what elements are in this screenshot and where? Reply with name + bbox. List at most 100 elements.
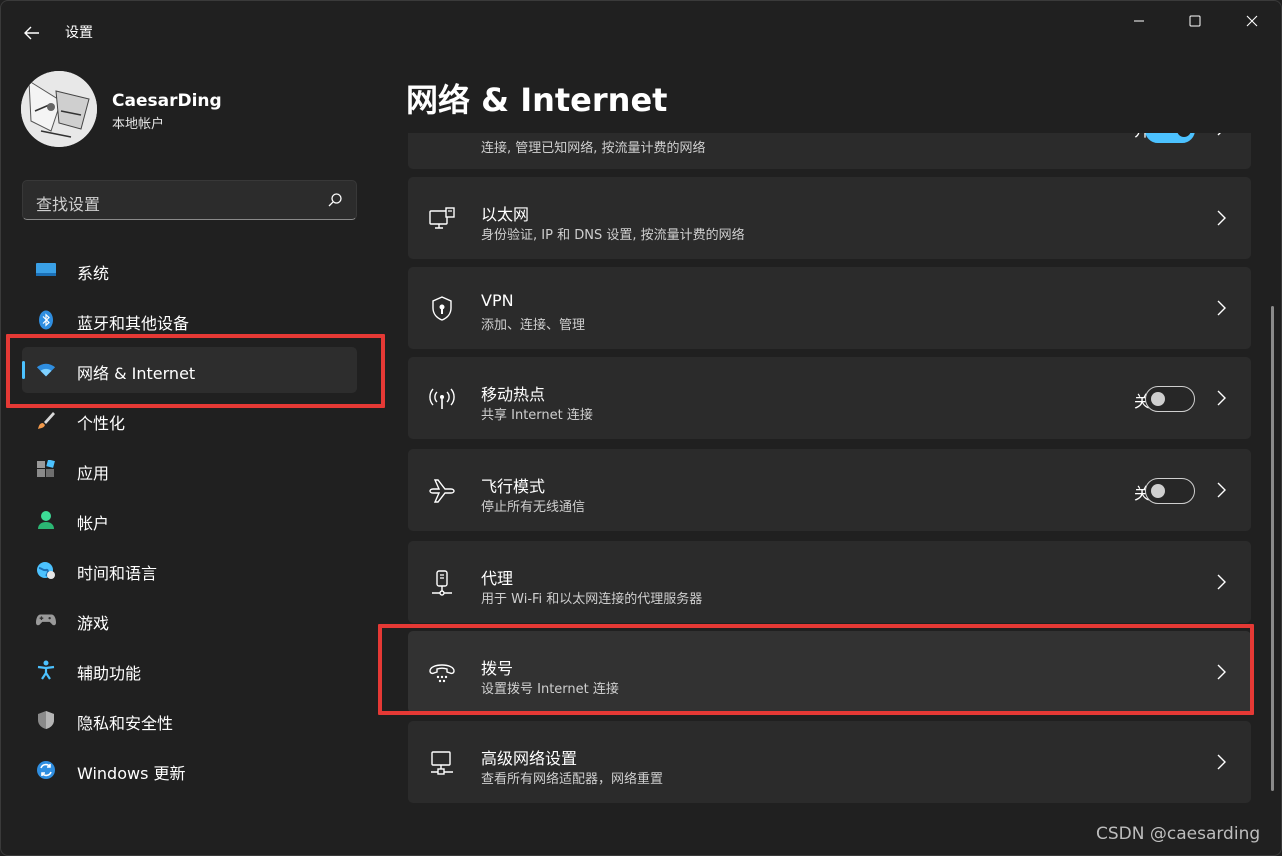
card-subtitle: 身份验证, IP 和 DNS 设置, 按流量计费的网络	[481, 228, 745, 243]
card-subtitle: 连接, 管理已知网络, 按流量计费的网络	[481, 141, 706, 156]
chevron-right-icon	[1217, 300, 1226, 316]
sidebar-item-label: Windows 更新	[77, 764, 186, 783]
mobile-hotspot-toggle[interactable]	[1145, 386, 1195, 412]
search-placeholder: 查找设置	[36, 195, 101, 214]
globe-clock-icon	[36, 560, 56, 580]
chevron-right-icon	[1217, 664, 1226, 680]
toggle-knob	[1177, 133, 1191, 137]
sidebar-item-label: 网络 & Internet	[77, 364, 196, 383]
toggle-knob	[1151, 484, 1165, 498]
chevron-right-icon	[1217, 574, 1226, 590]
chevron-right-icon	[1217, 210, 1226, 226]
shield-icon	[36, 710, 56, 730]
sidebar-item-label: 隐私和安全性	[77, 714, 174, 733]
card-subtitle: 停止所有无线通信	[481, 500, 586, 515]
sidebar-item-gaming[interactable]: 游戏	[22, 597, 357, 643]
maximize-button[interactable]	[1172, 7, 1218, 35]
minimize-button[interactable]	[1116, 7, 1162, 35]
sidebar-item-label: 系统	[77, 264, 110, 283]
sidebar-item-label: 游戏	[77, 614, 110, 633]
sidebar-item-label: 辅助功能	[77, 664, 142, 683]
proxy-card[interactable]: 代理 用于 Wi-Fi 和以太网连接的代理服务器	[408, 541, 1251, 623]
watermark: CSDN @caesarding	[1096, 824, 1261, 844]
sidebar-item-label: 时间和语言	[77, 564, 158, 583]
user-profile[interactable]: CaesarDing 本地帐户	[21, 71, 361, 151]
scrollbar[interactable]	[1271, 306, 1274, 791]
account-type: 本地帐户	[112, 117, 165, 132]
search-icon[interactable]	[327, 192, 343, 208]
sidebar-item-network[interactable]: 网络 & Internet	[22, 347, 357, 393]
card-title: 移动热点	[481, 385, 546, 404]
chevron-right-icon	[1217, 482, 1226, 498]
hotspot-icon	[428, 385, 456, 413]
avatar	[21, 71, 97, 147]
card-subtitle: 设置拨号 Internet 连接	[481, 682, 619, 697]
user-name: CaesarDing	[112, 91, 222, 111]
sidebar-item-label: 蓝牙和其他设备	[77, 314, 190, 333]
sidebar-item-privacy[interactable]: 隐私和安全性	[22, 697, 357, 743]
accessibility-icon	[36, 660, 56, 680]
maximize-icon	[1189, 15, 1201, 27]
close-button[interactable]	[1229, 7, 1275, 35]
proxy-icon	[428, 569, 456, 597]
sidebar-item-label: 帐户	[77, 514, 110, 533]
sidebar-item-accounts[interactable]: 帐户	[22, 497, 357, 543]
sidebar-nav: 系统 蓝牙和其他设备 网络 & Internet 个性化 应用 帐户 时间和语言	[22, 247, 357, 797]
wifi-card-icon	[428, 133, 456, 137]
settings-window: 设置 CaesarDing 本地帐户 查找设置 系统 蓝牙和其他设备 网络 & …	[0, 0, 1282, 856]
active-indicator	[22, 361, 25, 379]
ethernet-card[interactable]: 以太网 身份验证, IP 和 DNS 设置, 按流量计费的网络	[408, 177, 1251, 259]
wifi-icon	[36, 360, 56, 380]
page-title: 网络 & Internet	[406, 81, 668, 119]
card-title: 拨号	[481, 659, 514, 678]
brush-icon	[36, 410, 56, 430]
wifi-toggle[interactable]	[1145, 133, 1195, 143]
sidebar-item-bluetooth[interactable]: 蓝牙和其他设备	[22, 297, 357, 343]
card-title: VPN	[481, 291, 514, 310]
apps-icon	[36, 460, 56, 480]
vpn-card[interactable]: VPN 添加、连接、管理	[408, 267, 1251, 349]
sidebar-item-label: 应用	[77, 464, 110, 483]
chevron-right-icon	[1217, 754, 1226, 770]
search-input[interactable]: 查找设置	[22, 180, 357, 220]
update-icon	[36, 760, 56, 780]
card-subtitle: 查看所有网络适配器，网络重置	[481, 772, 664, 787]
chevron-right-icon	[1217, 133, 1221, 136]
vpn-shield-icon	[428, 295, 456, 323]
bluetooth-icon	[36, 310, 56, 330]
airplane-icon	[428, 477, 456, 505]
sidebar-item-apps[interactable]: 应用	[22, 447, 357, 493]
wifi-card[interactable]: 连接, 管理已知网络, 按流量计费的网络 开	[408, 133, 1251, 169]
sidebar-item-time-language[interactable]: 时间和语言	[22, 547, 357, 593]
minimize-icon	[1134, 20, 1144, 22]
sidebar-item-windows-update[interactable]: Windows 更新	[22, 747, 357, 793]
avatar-image	[21, 71, 97, 147]
airplane-mode-card[interactable]: 飞行模式 停止所有无线通信 关	[408, 449, 1251, 531]
settings-list: 连接, 管理已知网络, 按流量计费的网络 开 以太网 身份验证, IP 和 DN…	[408, 133, 1251, 855]
airplane-mode-toggle[interactable]	[1145, 478, 1195, 504]
chevron-right-icon	[1217, 390, 1226, 406]
ethernet-icon	[428, 205, 456, 233]
title-bar: 设置	[1, 1, 1281, 63]
card-title: 飞行模式	[481, 477, 546, 496]
mobile-hotspot-card[interactable]: 移动热点 共享 Internet 连接 关	[408, 357, 1251, 439]
card-title: 以太网	[481, 205, 530, 224]
system-icon	[36, 260, 56, 280]
dialup-card[interactable]: 拨号 设置拨号 Internet 连接	[408, 631, 1251, 713]
sidebar-item-accessibility[interactable]: 辅助功能	[22, 647, 357, 693]
sidebar-item-system[interactable]: 系统	[22, 247, 357, 293]
toggle-knob	[1151, 392, 1165, 406]
card-title: 代理	[481, 569, 514, 588]
close-icon	[1246, 15, 1258, 27]
sidebar-item-label: 个性化	[77, 414, 126, 433]
back-button[interactable]	[15, 19, 49, 47]
card-subtitle: 用于 Wi-Fi 和以太网连接的代理服务器	[481, 592, 703, 607]
account-icon	[36, 510, 56, 530]
gamepad-icon	[36, 610, 56, 630]
card-subtitle: 添加、连接、管理	[481, 318, 586, 333]
advanced-network-card[interactable]: 高级网络设置 查看所有网络适配器，网络重置	[408, 721, 1251, 803]
arrow-left-icon	[24, 26, 39, 40]
dialup-icon	[428, 659, 456, 687]
sidebar-item-personalization[interactable]: 个性化	[22, 397, 357, 443]
card-subtitle: 共享 Internet 连接	[481, 408, 593, 423]
